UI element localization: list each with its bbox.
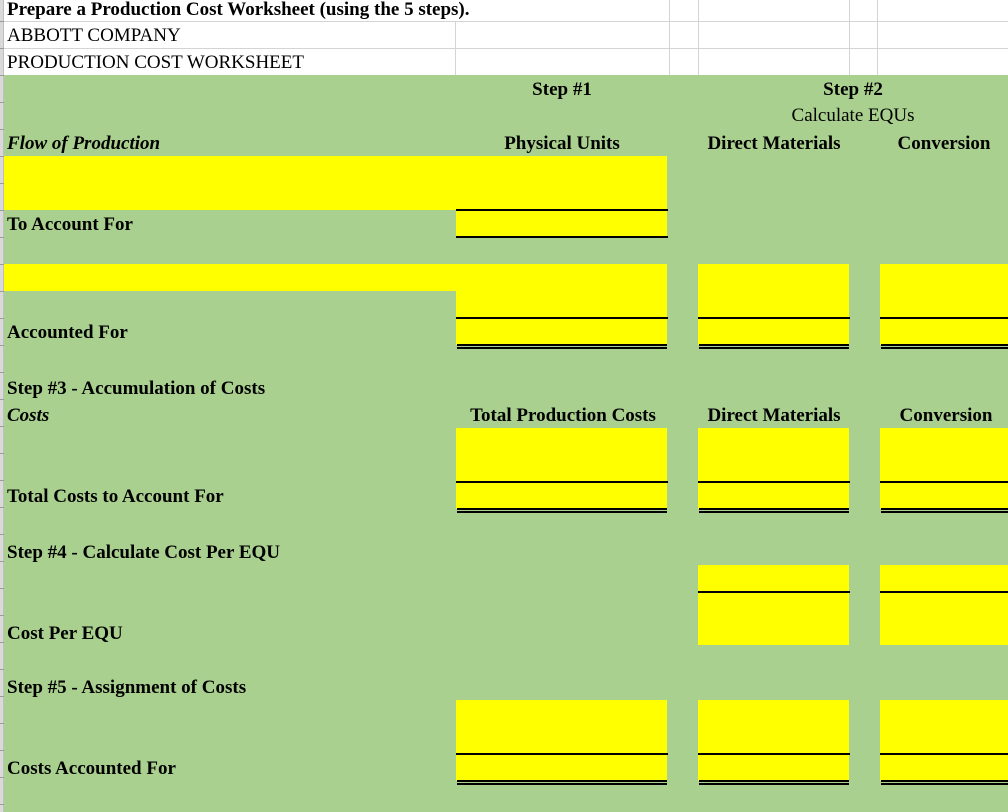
physical-units-header: Physical Units (504, 133, 620, 154)
conv-equ-input-cell[interactable] (880, 264, 1008, 318)
conv-costs-total-cell[interactable] (880, 483, 1008, 509)
company-name: ABBOTT COMPANY (7, 25, 181, 46)
gridline (698, 0, 699, 75)
gridline (877, 0, 878, 75)
conversion-header: Conversion (897, 133, 991, 154)
double-underline (457, 508, 667, 513)
flow-of-production-label: Flow of Production (7, 133, 161, 154)
step3-conversion-header: Conversion (899, 405, 993, 426)
conv-costs-input-cell[interactable] (880, 428, 1008, 482)
gridline (455, 22, 456, 75)
costs-accounted-conv-cell[interactable] (880, 755, 1008, 781)
worksheet-name: PRODUCTION COST WORKSHEET (7, 52, 304, 73)
total-costs-to-account-cell[interactable] (456, 483, 667, 509)
double-underline (881, 508, 1008, 513)
total-costs-to-account-for-label: Total Costs to Account For (7, 486, 224, 507)
dm-costs-input-cell[interactable] (698, 428, 849, 482)
worksheet-instruction: Prepare a Production Cost Worksheet (usi… (7, 0, 470, 20)
step2-subheader: Calculate EQUs (791, 105, 915, 126)
total-costs-input-cell[interactable] (456, 428, 667, 482)
cost-per-equ-label: Cost Per EQU (7, 623, 123, 644)
total-production-costs-header: Total Production Costs (470, 405, 656, 426)
gridline (669, 0, 670, 75)
spreadsheet: Prepare a Production Cost Worksheet (usi… (0, 0, 1008, 812)
double-underline (881, 344, 1008, 349)
assign-conv-input-cell[interactable] (880, 700, 1008, 754)
double-underline (699, 780, 849, 785)
costs-accounted-total-cell[interactable] (456, 755, 667, 781)
step1-header: Step #1 (532, 79, 592, 100)
double-underline (699, 344, 849, 349)
conv-equ-total-cell[interactable] (880, 319, 1008, 345)
step5-label: Step #5 - Assignment of Costs (7, 677, 247, 698)
underline (880, 591, 1008, 593)
step3-direct-materials-header: Direct Materials (707, 405, 841, 426)
underline (698, 591, 850, 593)
double-underline (699, 508, 849, 513)
to-account-for-label: To Account For (7, 214, 133, 235)
assign-total-input-cell[interactable] (456, 700, 667, 754)
to-account-for-units-cell[interactable] (456, 211, 667, 236)
costs-accounted-for-label: Costs Accounted For (7, 758, 176, 779)
step4-label: Step #4 - Calculate Cost Per EQU (7, 542, 281, 563)
dm-equ-input-cell[interactable] (698, 264, 849, 318)
double-underline (881, 780, 1008, 785)
step3-label: Step #3 - Accumulation of Costs (7, 378, 266, 399)
costs-label: Costs (7, 405, 50, 426)
accounted-for-label: Accounted For (7, 322, 128, 343)
accounted-for-units-total-cell[interactable] (456, 319, 667, 345)
dm-cost-per-equ-cell[interactable] (698, 565, 849, 645)
conv-cost-per-equ-cell[interactable] (880, 565, 1008, 645)
assign-dm-input-cell[interactable] (698, 700, 849, 754)
dm-costs-total-cell[interactable] (698, 483, 849, 509)
step2-header: Step #2 (823, 79, 883, 100)
double-underline (457, 344, 667, 349)
gridline (849, 0, 850, 75)
accounted-units-cell[interactable] (456, 291, 667, 318)
underline (456, 236, 668, 238)
direct-materials-header: Direct Materials (707, 133, 841, 154)
dm-equ-total-cell[interactable] (698, 319, 849, 345)
units-input-row[interactable] (4, 156, 667, 210)
accounted-input-row[interactable] (4, 264, 667, 291)
costs-accounted-dm-cell[interactable] (698, 755, 849, 781)
double-underline (457, 780, 667, 785)
